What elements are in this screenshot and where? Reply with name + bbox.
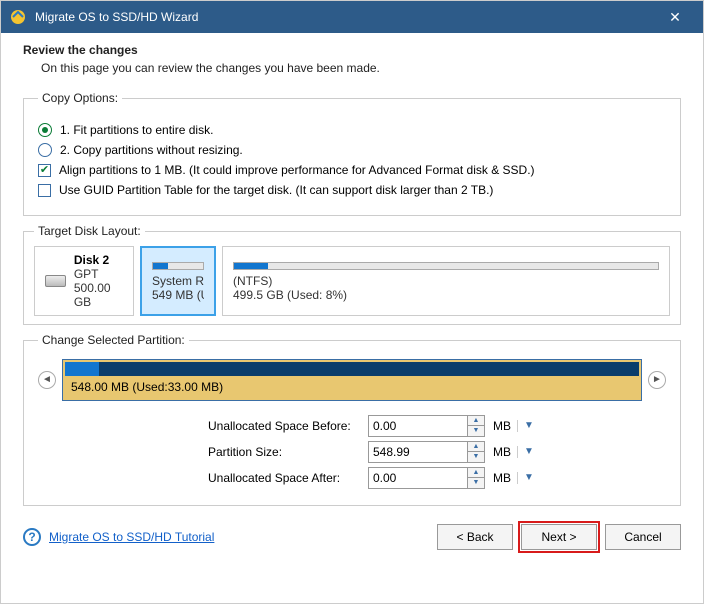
app-icon xyxy=(9,8,27,26)
copy-options-legend: Copy Options: xyxy=(38,91,122,105)
unalloc-before-input[interactable] xyxy=(368,415,468,437)
partition-system-reserved[interactable]: System Reserved 549 MB (Used: xyxy=(140,246,216,316)
spin-up-icon[interactable]: ▲ xyxy=(468,442,484,452)
unalloc-after-spinner[interactable]: ▲▼ xyxy=(368,467,485,489)
unit-dropdown-icon[interactable]: ▼ xyxy=(517,472,529,484)
arrow-left-icon[interactable]: ◄ xyxy=(38,371,56,389)
unalloc-after-label: Unallocated Space After: xyxy=(208,471,368,485)
change-partition-legend: Change Selected Partition: xyxy=(38,333,189,347)
spin-down-icon[interactable]: ▼ xyxy=(468,452,484,462)
partition-name: System Reserved xyxy=(152,274,204,288)
unalloc-before-label: Unallocated Space Before: xyxy=(208,419,368,433)
page-subtitle: On this page you can review the changes … xyxy=(41,61,681,75)
spin-down-icon[interactable]: ▼ xyxy=(468,426,484,436)
disk-summary[interactable]: Disk 2 GPT 500.00 GB xyxy=(34,246,134,316)
spin-up-icon[interactable]: ▲ xyxy=(468,416,484,426)
spin-down-icon[interactable]: ▼ xyxy=(468,478,484,488)
wizard-header: Review the changes On this page you can … xyxy=(1,33,703,83)
unit-label: MB xyxy=(493,445,511,459)
radio-label: 2. Copy partitions without resizing. xyxy=(60,143,243,157)
checkbox-align-partitions[interactable]: Align partitions to 1 MB. (It could impr… xyxy=(38,163,666,177)
checkbox-label: Use GUID Partition Table for the target … xyxy=(59,183,493,197)
checkbox-icon xyxy=(38,184,51,197)
radio-label: 1. Fit partitions to entire disk. xyxy=(60,123,213,137)
unalloc-after-input[interactable] xyxy=(368,467,468,489)
partition-size-label: Partition Size: xyxy=(208,445,368,459)
radio-icon xyxy=(38,123,52,137)
next-button[interactable]: Next > xyxy=(521,524,597,550)
tutorial-link[interactable]: Migrate OS to SSD/HD Tutorial xyxy=(49,530,429,544)
partition-slider[interactable]: 548.00 MB (Used:33.00 MB) xyxy=(62,359,642,401)
unit-label: MB xyxy=(493,419,511,433)
radio-copy-without-resize[interactable]: 2. Copy partitions without resizing. xyxy=(38,143,666,157)
window-title: Migrate OS to SSD/HD Wizard xyxy=(35,10,655,24)
partition-usage-bar xyxy=(65,362,639,376)
disk-name: Disk 2 xyxy=(74,253,123,267)
back-button[interactable]: < Back xyxy=(437,524,513,550)
disk-size: 500.00 GB xyxy=(74,281,123,309)
close-icon[interactable]: ✕ xyxy=(655,9,695,26)
partition-ntfs[interactable]: (NTFS) 499.5 GB (Used: 8%) xyxy=(222,246,670,316)
partition-label: 548.00 MB (Used:33.00 MB) xyxy=(63,376,641,400)
checkbox-label: Align partitions to 1 MB. (It could impr… xyxy=(59,163,535,177)
unalloc-before-spinner[interactable]: ▲▼ xyxy=(368,415,485,437)
disk-icon xyxy=(45,275,66,287)
titlebar: Migrate OS to SSD/HD Wizard ✕ xyxy=(1,1,703,33)
change-partition-group: Change Selected Partition: ◄ 548.00 MB (… xyxy=(23,333,681,506)
unit-dropdown-icon[interactable]: ▼ xyxy=(517,446,529,458)
footer: ? Migrate OS to SSD/HD Tutorial < Back N… xyxy=(1,514,703,560)
unit-label: MB xyxy=(493,471,511,485)
partition-size-spinner[interactable]: ▲▼ xyxy=(368,441,485,463)
checkbox-icon xyxy=(38,164,51,177)
arrow-right-icon[interactable]: ► xyxy=(648,371,666,389)
target-disk-legend: Target Disk Layout: xyxy=(34,224,145,238)
copy-options-group: Copy Options: 1. Fit partitions to entir… xyxy=(23,91,681,216)
radio-icon xyxy=(38,143,52,157)
usage-bar xyxy=(152,262,204,270)
usage-bar xyxy=(233,262,659,270)
spin-up-icon[interactable]: ▲ xyxy=(468,468,484,478)
disk-type: GPT xyxy=(74,267,123,281)
unit-dropdown-icon[interactable]: ▼ xyxy=(517,420,529,432)
partition-size-input[interactable] xyxy=(368,441,468,463)
help-icon[interactable]: ? xyxy=(23,528,41,546)
cancel-button[interactable]: Cancel xyxy=(605,524,681,550)
page-title: Review the changes xyxy=(23,43,681,57)
checkbox-guid-table[interactable]: Use GUID Partition Table for the target … xyxy=(38,183,666,197)
target-disk-group: Target Disk Layout: Disk 2 GPT 500.00 GB… xyxy=(23,224,681,325)
partition-info: 499.5 GB (Used: 8%) xyxy=(233,288,659,302)
partition-name: (NTFS) xyxy=(233,274,659,288)
partition-info: 549 MB (Used: xyxy=(152,288,204,302)
radio-fit-partitions[interactable]: 1. Fit partitions to entire disk. xyxy=(38,123,666,137)
